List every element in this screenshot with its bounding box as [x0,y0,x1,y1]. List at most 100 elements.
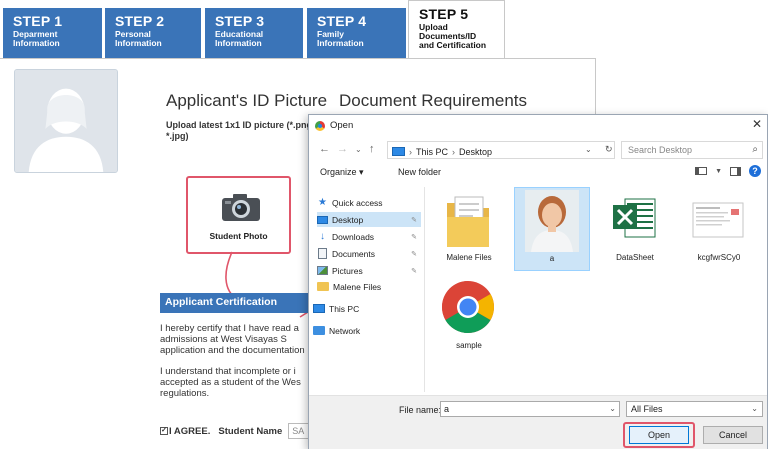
pin-icon: ✎ [411,250,417,258]
back-button[interactable]: ← [319,143,330,155]
camera-icon [222,194,260,221]
open-button[interactable]: Open [629,426,689,444]
file-list: Malene Files a DataSheet kcgfwrSCy0 samp… [427,187,767,392]
star-icon: ★ [318,197,327,208]
file-item[interactable]: sample [431,275,507,359]
upload-instructions: Upload latest 1x1 ID picture (*.png, *.j… [166,120,315,141]
forward-button[interactable]: → [337,143,348,155]
pin-icon: ✎ [411,216,417,224]
chrome-icon [442,281,494,333]
sidebar-item-this-pc[interactable]: This PC [313,301,417,316]
file-name: sample [456,341,482,350]
breadcrumb-this-pc[interactable]: This PC [416,147,448,157]
desktop-icon [317,215,328,224]
agree-row: ✓ I AGREE. Student Name SA [160,423,313,439]
search-input[interactable]: Search Desktop ⌕ [621,141,763,159]
pc-icon [313,304,325,313]
file-name: kcgfwrSCy0 [697,253,741,262]
agree-checkbox[interactable]: ✓ [160,427,168,435]
certification-paragraph-1: I hereby certify that I have read a admi… [160,323,305,356]
sidebar-item-label: Desktop [332,214,364,225]
sidebar-item-label: This PC [329,303,360,314]
breadcrumb-desktop[interactable]: Desktop [459,147,492,157]
file-item[interactable]: Malene Files [431,187,507,271]
sidebar-item-desktop[interactable]: Desktop ✎ [317,212,421,227]
address-dropdown-icon[interactable]: ⌄ [585,145,592,154]
pin-icon: ✎ [411,267,417,275]
pin-icon: ✎ [411,233,417,241]
step-3-tab[interactable]: STEP 3 Educational Information [205,8,304,58]
sidebar-item-quick-access[interactable]: ★ Quick access [317,195,421,210]
student-name-label: Student Name [218,425,283,437]
file-item[interactable]: DataSheet [597,187,673,271]
file-name-input[interactable]: a ⌄ [440,401,620,417]
certification-paragraph-2: I understand that incomplete or i accept… [160,366,301,399]
recent-dropdown[interactable]: ⌄ [355,145,362,154]
folder-icon [317,282,329,291]
sidebar-item-network[interactable]: Network [313,323,417,338]
file-name-value: a [444,404,450,414]
step-subtitle: Deparment Information [13,29,60,48]
dialog-title: Open [330,120,354,131]
file-type-value: All Files [631,404,663,414]
network-icon [313,326,325,335]
search-icon: ⌕ [752,144,758,155]
dialog-titlebar: Open ✕ [309,115,767,137]
dialog-toolbar: Organize ▾ New folder ▼ ? [309,163,767,183]
sidebar-item-malene-files[interactable]: Malene Files [317,279,421,294]
student-photo-label: Student Photo [209,231,268,241]
sidebar-item-label: Downloads [332,231,375,242]
sidebar-item-label: Malene Files [333,281,382,292]
up-button[interactable]: ↑ [369,143,375,155]
file-item[interactable]: kcgfwrSCy0 [681,187,757,271]
certification-header: Applicant Certification [160,293,310,313]
sidebar-item-downloads[interactable]: ↓ Downloads ✎ [317,229,421,244]
sidebar-item-label: Quick access [332,197,383,208]
view-dropdown-icon[interactable]: ▼ [715,168,722,175]
step-2-tab[interactable]: STEP 2 Personal Information [105,8,202,58]
excel-file-icon [613,198,656,238]
preview-pane-icon[interactable] [730,166,741,176]
step-number: STEP 2 [115,13,165,29]
chevron-down-icon: ⌄ [751,404,758,413]
cancel-button[interactable]: Cancel [703,426,763,444]
file-item-selected[interactable]: a [514,187,590,271]
step-number: STEP 5 [419,6,469,22]
step-5-tab[interactable]: STEP 5 Upload Documents/ID and Certifica… [408,0,505,58]
file-name-label: File name: [399,405,442,415]
sidebar-item-documents[interactable]: Documents ✎ [317,246,421,261]
step-number: STEP 4 [317,13,367,29]
file-name: Malene Files [446,253,492,262]
pc-icon [392,147,405,156]
id-picture-heading: Applicant's ID Picture [166,91,328,110]
chrome-icon [315,121,325,131]
chevron-down-icon[interactable]: ⌄ [609,404,616,413]
step-subtitle: Educational Information [215,29,264,48]
photo-thumbnail-icon [525,190,579,252]
student-photo-upload[interactable]: Student Photo [186,176,291,254]
downloads-icon: ↓ [320,231,325,242]
pictures-icon [317,266,328,275]
step-number: STEP 1 [13,13,63,29]
navigation-pane: ★ Quick access Desktop ✎ ↓ Downloads ✎ D… [309,187,425,392]
address-bar[interactable]: › This PC › Desktop [387,141,615,159]
step-subtitle: Upload Documents/ID and Certification [419,22,487,50]
file-name: a [549,254,555,263]
id-picture-placeholder [14,69,118,173]
step-1-tab[interactable]: STEP 1 Deparment Information [3,8,103,58]
file-type-select[interactable]: All Files ⌄ [626,401,763,417]
new-folder-button[interactable]: New folder [398,167,441,177]
sidebar-item-pictures[interactable]: Pictures ✎ [317,263,421,278]
close-icon[interactable]: ✕ [749,117,765,133]
dialog-navbar: ← → ⌄ ↑ › This PC › Desktop ⌄ ↻ Search D… [309,139,767,161]
step-number: STEP 3 [215,13,265,29]
search-placeholder: Search Desktop [628,145,693,155]
help-icon[interactable]: ? [749,165,761,177]
step-tabs: STEP 1 Deparment Information STEP 2 Pers… [0,0,768,58]
refresh-icon[interactable]: ↻ [605,144,613,155]
document-requirements-heading: Document Requirements [339,91,528,110]
step-4-tab[interactable]: STEP 4 Family Information [307,8,407,58]
organize-button[interactable]: Organize ▾ [320,167,364,178]
view-options-icon[interactable] [695,167,708,175]
step-subtitle: Family Information [317,29,364,48]
